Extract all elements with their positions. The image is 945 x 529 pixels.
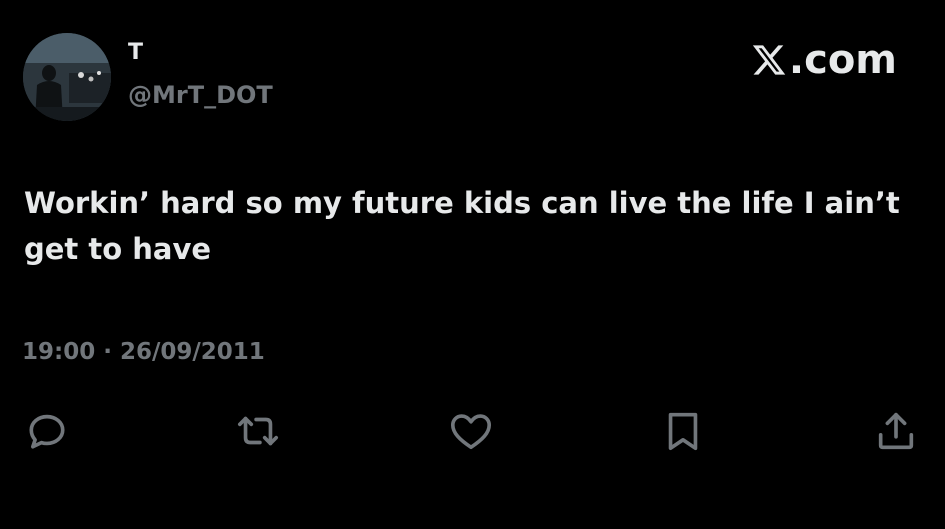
x-logo-icon [752, 45, 786, 75]
share-button[interactable] [871, 406, 921, 456]
retweet-icon [237, 416, 279, 446]
bookmark-icon [668, 412, 698, 451]
like-button[interactable] [446, 406, 496, 456]
reply-icon [29, 414, 65, 449]
brand-label: .com [788, 37, 897, 83]
x-com-brand: .com [751, 40, 897, 80]
user-handle[interactable]: @MrT_DOT [128, 83, 273, 107]
like-icon [450, 414, 492, 450]
share-icon [878, 412, 914, 450]
retweet-button[interactable] [233, 406, 283, 456]
tweet-text: Workin’ hard so my future kids can live … [24, 186, 900, 266]
tweet-timestamp[interactable]: 19:00 · 26/09/2011 [22, 341, 265, 364]
avatar-photo [23, 33, 111, 121]
reply-button[interactable] [22, 406, 72, 456]
display-name[interactable]: T [128, 42, 143, 64]
avatar[interactable] [23, 33, 111, 121]
bookmark-button[interactable] [658, 406, 708, 456]
